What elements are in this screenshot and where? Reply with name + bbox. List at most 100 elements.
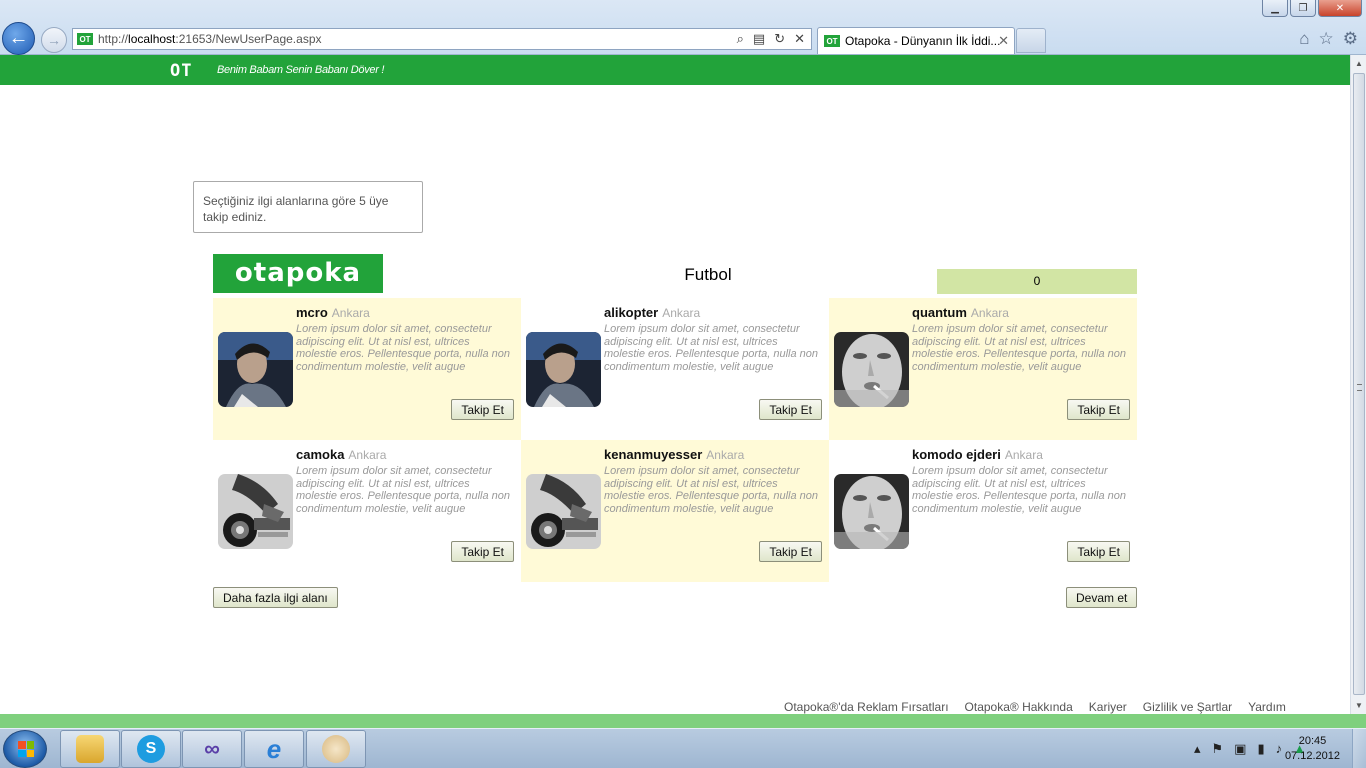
footer-link-careers[interactable]: Kariyer [1089, 700, 1127, 714]
browser-chrome: ▁ ❐ ✕ ← → OT http://localhost:21653/NewU… [0, 0, 1366, 55]
refresh-icon[interactable]: ↻ [774, 31, 785, 47]
user-bio: Lorem ipsum dolor sit amet, consectetur … [912, 465, 1127, 515]
follow-button-mcro[interactable]: Takip Et [451, 399, 514, 420]
window-controls: ▁ ❐ ✕ [1262, 0, 1362, 17]
address-bar[interactable]: OT http://localhost:21653/NewUserPage.as… [72, 28, 812, 50]
otapoka-logo: otapoka [213, 254, 383, 293]
follow-button-camoka[interactable]: Takip Et [451, 541, 514, 562]
taskbar-internet-explorer[interactable]: e [244, 730, 304, 768]
clock-date: 07.12.2012 [1284, 750, 1340, 762]
user-bio: Lorem ipsum dolor sit amet, consectetur … [604, 323, 819, 373]
close-window-button[interactable]: ✕ [1318, 0, 1362, 17]
user-card: camoka Ankara Lorem ipsum dolor sit amet, … [213, 440, 521, 582]
footer-link-about[interactable]: Otapoka® Hakkında [965, 700, 1073, 714]
paint-palette-icon [322, 735, 350, 763]
taskbar-explorer[interactable] [60, 730, 120, 768]
page-scrollbar[interactable]: ▲ ▼ [1350, 55, 1366, 714]
user-name[interactable]: quantum Ankara [912, 305, 1009, 320]
follow-button-kenanmuyesser[interactable]: Takip Et [759, 541, 822, 562]
home-icon[interactable]: ⌂ [1299, 29, 1309, 49]
header-logo[interactable]: OT [170, 61, 192, 81]
more-interests-button[interactable]: Daha fazla ilgi alanı [213, 587, 338, 608]
user-avatar[interactable] [526, 474, 601, 549]
windows-logo-icon [18, 741, 34, 757]
web-page: OT Benim Babam Senin Babanı Döver ! Seçt… [0, 55, 1350, 714]
taskbar-paint[interactable] [306, 730, 366, 768]
show-desktop-button[interactable] [1352, 729, 1366, 768]
follow-counter: 0 [937, 269, 1137, 294]
site-favicon: OT [77, 33, 93, 45]
browser-tab[interactable]: OT Otapoka - Dünyanın İlk İddi... ✕ [817, 27, 1015, 54]
tab-title: Otapoka - Dünyanın İlk İddi... [845, 34, 1001, 48]
url-host: localhost [128, 32, 176, 46]
user-bio: Lorem ipsum dolor sit amet, consectetur … [604, 465, 819, 515]
user-name[interactable]: mcro Ankara [296, 305, 370, 320]
action-center-flag-icon[interactable]: ⚑ [1212, 741, 1224, 757]
footer-link-help[interactable]: Yardım [1248, 700, 1286, 714]
network-signal-icon[interactable]: ▮ [1257, 741, 1264, 757]
user-city: Ankara [662, 306, 701, 320]
user-card: kenanmuyesser Ankara Lorem ipsum dolor sit… [521, 440, 829, 582]
user-card: quantum Ankara Lorem ipsum dolor sit amet,… [829, 298, 1137, 440]
user-city: Ankara [348, 448, 387, 462]
forward-arrow-icon: → [47, 32, 61, 48]
maximize-button[interactable]: ❐ [1290, 0, 1316, 17]
stop-icon[interactable]: ✕ [794, 31, 805, 47]
category-title: Futbol [684, 265, 732, 284]
volume-icon[interactable]: ♪ [1276, 741, 1283, 757]
footer-link-advertising[interactable]: Otapoka®'da Reklam Fırsatları [784, 700, 949, 714]
footer-link-privacy[interactable]: Gizlilik ve Şartlar [1143, 700, 1232, 714]
user-name[interactable]: camoka Ankara [296, 447, 386, 462]
taskbar-visual-studio[interactable]: ∞ [182, 730, 242, 768]
visual-studio-icon: ∞ [204, 736, 220, 761]
user-city: Ankara [331, 306, 370, 320]
favorites-star-icon[interactable]: ☆ [1319, 29, 1334, 49]
follow-button-alikopter[interactable]: Takip Et [759, 399, 822, 420]
device-icon[interactable]: ▣ [1234, 741, 1246, 757]
user-avatar[interactable] [218, 474, 293, 549]
user-avatar[interactable] [218, 332, 293, 407]
tab-close-icon[interactable]: ✕ [998, 33, 1009, 49]
user-name[interactable]: alikopter Ankara [604, 305, 700, 320]
user-name[interactable]: komodo ejderi Ankara [912, 447, 1043, 462]
user-avatar[interactable] [834, 474, 909, 549]
internet-explorer-icon: e [266, 733, 282, 764]
compatibility-view-icon[interactable]: ▤ [753, 31, 765, 47]
user-bio: Lorem ipsum dolor sit amet, consectetur … [912, 323, 1127, 373]
scrollbar-thumb[interactable] [1353, 73, 1365, 695]
skype-icon: S [137, 735, 165, 763]
new-tab-button[interactable] [1016, 28, 1046, 53]
folder-icon [76, 735, 104, 763]
footer-links: Otapoka®'da Reklam Fırsatları Otapoka® H… [784, 700, 1286, 714]
search-icon[interactable]: ⌕ [737, 31, 744, 47]
user-avatar[interactable] [834, 332, 909, 407]
user-name[interactable]: kenanmuyesser Ankara [604, 447, 744, 462]
continue-button[interactable]: Devam et [1066, 587, 1138, 608]
start-button[interactable] [3, 730, 47, 768]
user-card: alikopter Ankara Lorem ipsum dolor sit ame… [521, 298, 829, 440]
instruction-box: Seçtiğiniz ilgi alanlarına göre 5 üye ta… [193, 181, 423, 233]
user-avatar[interactable] [526, 332, 601, 407]
header-slogan: Benim Babam Senin Babanı Döver ! [217, 64, 385, 76]
user-bio: Lorem ipsum dolor sit amet, consectetur … [296, 323, 511, 373]
minimize-button[interactable]: ▁ [1262, 0, 1288, 17]
user-bio: Lorem ipsum dolor sit amet, consectetur … [296, 465, 511, 515]
url-prefix: http:// [98, 32, 129, 46]
address-tools: ⌕ ▤ ↻ ✕ [737, 31, 805, 47]
windows-taskbar: S ∞ e ▴ ⚑ ▣ ▮ ♪ ▲ 20:45 07.12.2012 [0, 728, 1366, 768]
taskbar-skype[interactable]: S [121, 730, 181, 768]
page-bottom-strip [0, 714, 1366, 728]
scroll-down-arrow-icon[interactable]: ▼ [1351, 697, 1366, 714]
settings-gear-icon[interactable]: ⚙ [1343, 29, 1358, 49]
forward-button[interactable]: → [41, 27, 67, 53]
follow-button-quantum[interactable]: Takip Et [1067, 399, 1130, 420]
tray-expand-icon[interactable]: ▴ [1194, 741, 1201, 757]
taskbar-clock[interactable]: 20:45 07.12.2012 [1285, 734, 1340, 764]
follow-button-komodo-ejderi[interactable]: Takip Et [1067, 541, 1130, 562]
back-button[interactable]: ← [2, 22, 35, 55]
scroll-up-arrow-icon[interactable]: ▲ [1351, 55, 1366, 72]
user-city: Ankara [1004, 448, 1043, 462]
user-city: Ankara [706, 448, 745, 462]
user-card: komodo ejderi Ankara Lorem ipsum dolor sit… [829, 440, 1137, 582]
user-city: Ankara [970, 306, 1009, 320]
